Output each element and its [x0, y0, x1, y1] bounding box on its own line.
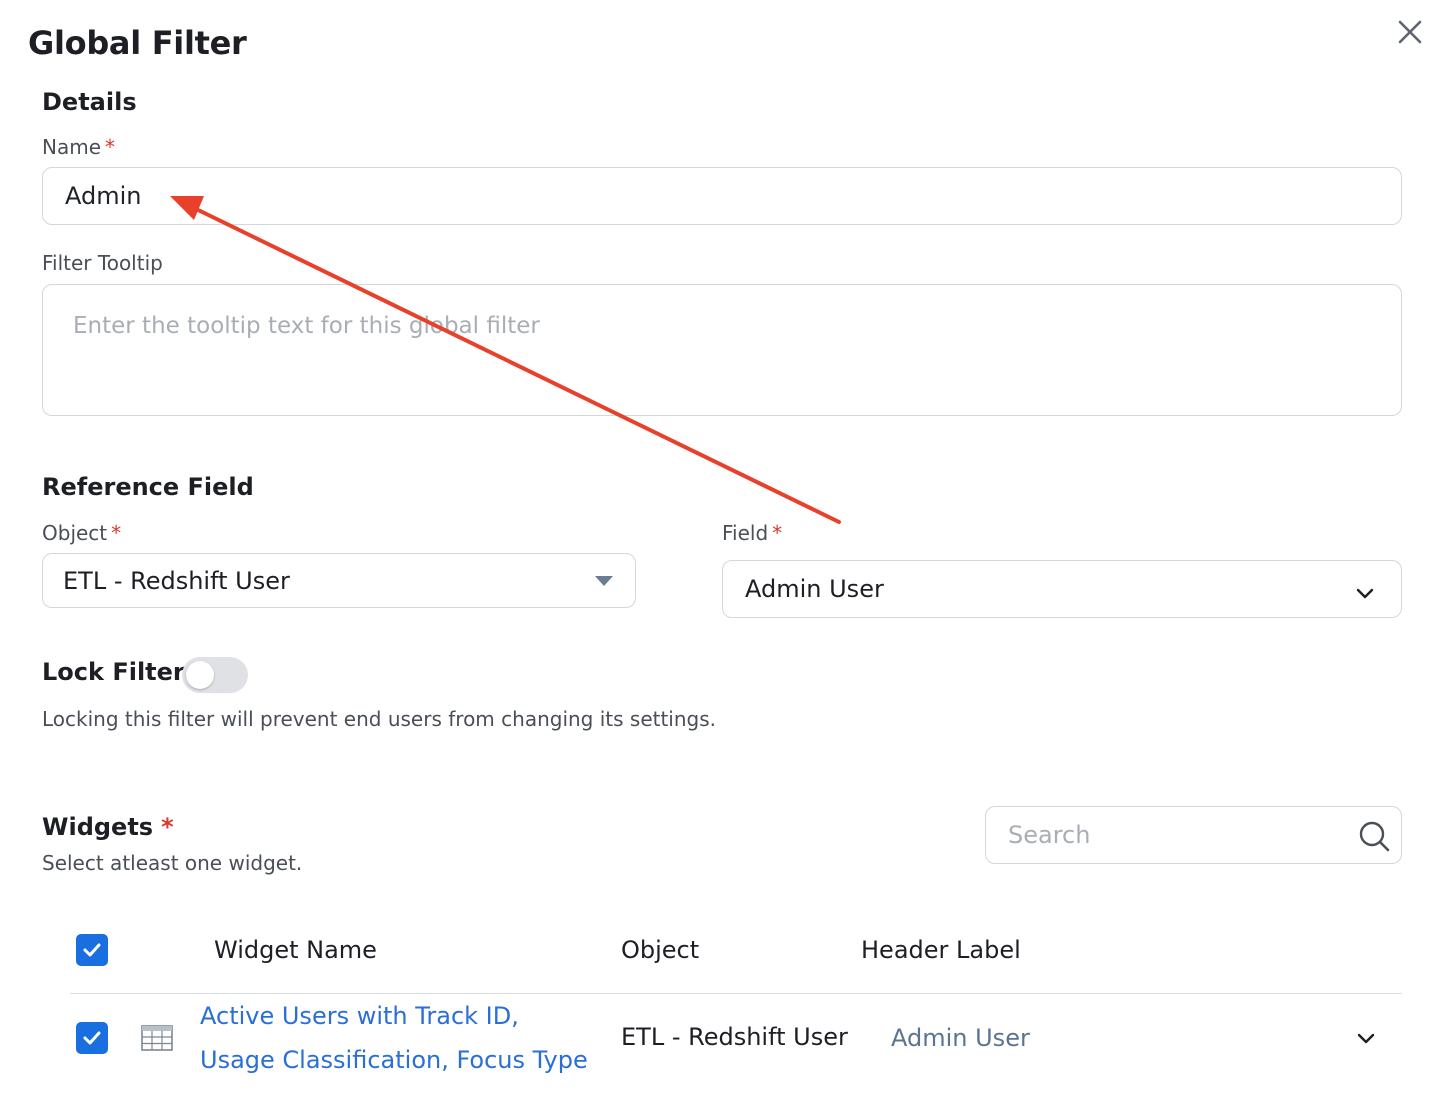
caret-down-icon [595, 576, 613, 586]
field-select[interactable]: Admin User [722, 560, 1402, 618]
object-label-text: Object [42, 521, 108, 545]
required-mark: * [111, 521, 122, 545]
field-select-value: Admin User [745, 575, 884, 603]
required-mark: * [161, 813, 174, 841]
lock-filter-toggle[interactable] [182, 657, 248, 693]
table-row-widget-name[interactable]: Active Users with Track ID, Usage Classi… [200, 994, 588, 1082]
tooltip-placeholder: Enter the tooltip text for this global f… [73, 313, 540, 339]
check-icon [83, 943, 101, 957]
name-input[interactable]: Admin [42, 167, 1402, 225]
widgets-heading: Widgets * [42, 813, 174, 841]
details-heading: Details [42, 88, 137, 116]
required-mark: * [105, 135, 116, 159]
widgets-helper: Select atleast one widget. [42, 851, 303, 875]
name-input-value: Admin [65, 182, 142, 210]
tooltip-textarea[interactable]: Enter the tooltip text for this global f… [42, 284, 1402, 416]
required-mark: * [772, 521, 783, 545]
toggle-knob [186, 661, 214, 689]
row-checkbox[interactable] [76, 1022, 108, 1054]
dialog-title: Global Filter [28, 24, 247, 62]
widget-name-line-2[interactable]: Usage Classification, Focus Type [200, 1038, 588, 1082]
field-label: Field * [722, 521, 782, 545]
chevron-down-icon [1356, 588, 1374, 599]
table-row-header-label[interactable]: Admin User [891, 1024, 1030, 1052]
widget-name-line-1[interactable]: Active Users with Track ID, [200, 994, 588, 1038]
name-label-text: Name [42, 135, 102, 159]
field-label-text: Field [722, 521, 769, 545]
chevron-down-icon[interactable] [1354, 1026, 1378, 1050]
tooltip-label: Filter Tooltip [42, 251, 163, 275]
close-icon[interactable] [1394, 16, 1426, 48]
column-header-widget-name[interactable]: Widget Name [214, 936, 377, 964]
object-select-value: ETL - Redshift User [63, 566, 290, 595]
object-select[interactable]: ETL - Redshift User [42, 553, 636, 608]
check-icon [83, 1031, 101, 1045]
table-icon [141, 1025, 173, 1051]
object-label: Object * [42, 521, 121, 545]
lock-filter-helper: Locking this filter will prevent end use… [42, 707, 717, 731]
widget-search-input[interactable]: Search [985, 806, 1402, 864]
name-label: Name * [42, 135, 115, 159]
search-icon[interactable] [1357, 819, 1391, 853]
lock-filter-label: Lock Filter [42, 658, 185, 686]
search-placeholder: Search [1008, 821, 1091, 849]
reference-heading: Reference Field [42, 473, 254, 501]
widgets-heading-text: Widgets [42, 813, 154, 841]
column-header-header-label[interactable]: Header Label [861, 936, 1021, 964]
select-all-checkbox[interactable] [76, 934, 108, 966]
column-header-object[interactable]: Object [621, 936, 699, 964]
table-row-object: ETL - Redshift User [621, 1023, 848, 1051]
